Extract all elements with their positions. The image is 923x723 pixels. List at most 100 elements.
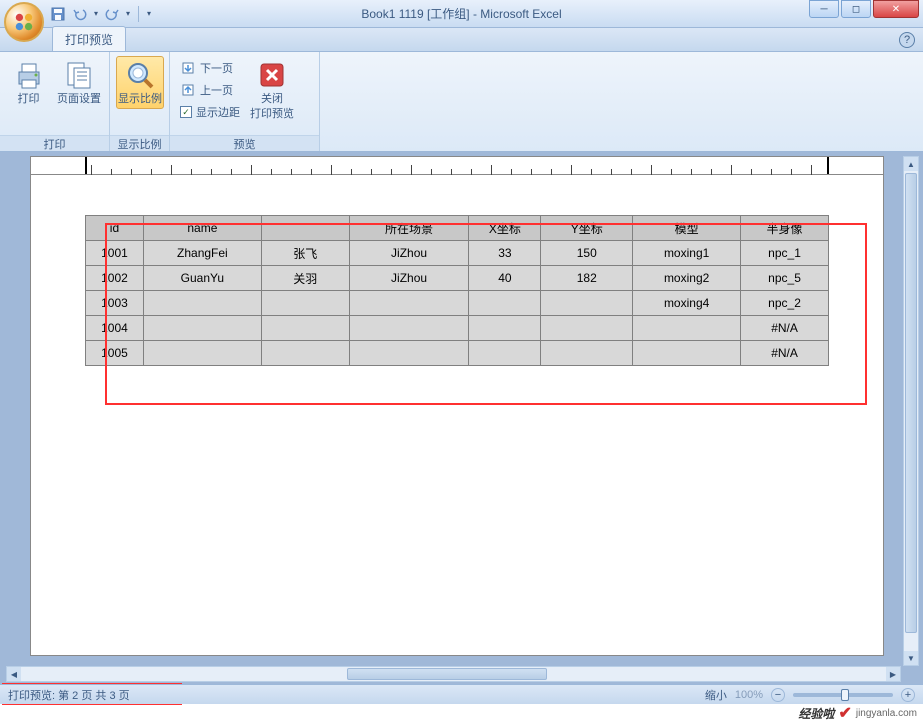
show-margins-checkbox[interactable]: ✓ 显示边距: [176, 102, 244, 122]
th-id: id: [86, 216, 144, 241]
scroll-v-thumb[interactable]: [905, 173, 917, 633]
table-cell: [261, 316, 349, 341]
qat-redo-dropdown[interactable]: ▾: [126, 9, 130, 18]
ribbon-group-zoom: 显示比例 显示比例: [110, 52, 170, 151]
undo-icon: [73, 7, 87, 21]
scroll-down-arrow[interactable]: ▼: [904, 651, 918, 665]
table-cell: 1005: [86, 341, 144, 366]
table-cell: 关羽: [261, 266, 349, 291]
table-cell: [469, 291, 541, 316]
close-preview-label-2: 打印预览: [250, 108, 294, 121]
qat-undo-button[interactable]: [72, 6, 88, 22]
table-header-row: id name 所在场景 X坐标 Y坐标 模型 半身像: [86, 216, 829, 241]
watermark-check-icon: ✔: [838, 703, 851, 723]
table-cell: [349, 316, 469, 341]
minimize-button[interactable]: ─: [809, 0, 839, 18]
ruler-tick: [331, 165, 332, 175]
ruler-tick: [731, 165, 732, 175]
table-cell: [541, 316, 633, 341]
table-row: 1001ZhangFei张飞JiZhou33150moxing1npc_1: [86, 241, 829, 266]
scroll-h-thumb[interactable]: [347, 668, 547, 680]
help-button[interactable]: ?: [899, 32, 915, 48]
data-table: id name 所在场景 X坐标 Y坐标 模型 半身像 1001ZhangFei…: [85, 215, 829, 366]
margin-left-handle[interactable]: [85, 157, 87, 174]
table-cell: [143, 316, 261, 341]
table-cell: 1003: [86, 291, 144, 316]
th-scene: 所在场景: [349, 216, 469, 241]
prev-page-label: 上一页: [200, 82, 233, 98]
zoom-in-button[interactable]: +: [901, 688, 915, 702]
ruler-tick: [571, 165, 572, 175]
th-avatar: 半身像: [741, 216, 829, 241]
close-preview-label-1: 关闭: [261, 93, 283, 106]
ruler-tick: [811, 165, 812, 175]
qat-separator: [138, 6, 139, 22]
window-controls: ─ ◻ ✕: [807, 0, 919, 18]
zoom-button[interactable]: 显示比例: [116, 56, 164, 109]
next-page-button[interactable]: 下一页: [176, 58, 244, 78]
group-preview-label: 预览: [170, 135, 319, 151]
qat-redo-button[interactable]: [104, 6, 120, 22]
ruler-tick: [251, 165, 252, 175]
office-button[interactable]: [4, 2, 44, 42]
th-model: 模型: [633, 216, 741, 241]
workspace: id name 所在场景 X坐标 Y坐标 模型 半身像 1001ZhangFei…: [0, 152, 923, 684]
titlebar: ▾ ▾ ▾ Book1 1119 [工作组] - Microsoft Excel…: [0, 0, 923, 28]
table-cell: [143, 291, 261, 316]
table-row: 1003moxing4npc_2: [86, 291, 829, 316]
scrollbar-horizontal[interactable]: ◀ ▶: [6, 666, 901, 682]
scroll-up-arrow[interactable]: ▲: [904, 157, 918, 171]
table-cell: moxing2: [633, 266, 741, 291]
zoom-label: 显示比例: [118, 93, 162, 106]
close-x-icon: [256, 59, 288, 91]
zoom-slider-knob[interactable]: [841, 689, 849, 701]
table-cell: #N/A: [741, 341, 829, 366]
arrow-up-icon: [180, 82, 196, 98]
prev-page-button[interactable]: 上一页: [176, 80, 244, 100]
th-y: Y坐标: [541, 216, 633, 241]
zoom-out-button[interactable]: −: [771, 688, 785, 702]
page-setup-button[interactable]: 页面设置: [55, 56, 103, 109]
scroll-left-arrow[interactable]: ◀: [7, 667, 21, 681]
ruler-tick: [491, 165, 492, 175]
print-button[interactable]: 打印: [6, 56, 51, 109]
table-cell: [633, 316, 741, 341]
scrollbar-vertical[interactable]: ▲ ▼: [903, 156, 919, 666]
arrow-down-icon: [180, 60, 196, 76]
maximize-button[interactable]: ◻: [841, 0, 871, 18]
group-print-label: 打印: [0, 135, 109, 151]
qat-save-button[interactable]: [50, 6, 66, 22]
margin-right-handle[interactable]: [827, 157, 829, 174]
table-cell: [143, 341, 261, 366]
table-cell: ZhangFei: [143, 241, 261, 266]
table-cell: 张飞: [261, 241, 349, 266]
table-cell: #N/A: [741, 316, 829, 341]
table-cell: JiZhou: [349, 241, 469, 266]
table-cell: [349, 341, 469, 366]
zoom-percent: 100%: [735, 689, 763, 701]
close-preview-button[interactable]: 关闭 打印预览: [248, 56, 296, 124]
table-row: 1002GuanYu关羽JiZhou40182moxing2npc_5: [86, 266, 829, 291]
table-cell: npc_2: [741, 291, 829, 316]
table-cell: 1001: [86, 241, 144, 266]
table-row: 1005 #N/A: [86, 341, 829, 366]
save-icon: [51, 7, 65, 21]
next-page-label: 下一页: [200, 60, 233, 76]
qat-customize-dropdown[interactable]: ▾: [147, 9, 151, 18]
zoom-slider[interactable]: [793, 693, 893, 697]
scroll-right-arrow[interactable]: ▶: [886, 667, 900, 681]
page-preview[interactable]: id name 所在场景 X坐标 Y坐标 模型 半身像 1001ZhangFei…: [30, 156, 884, 656]
ribbon-tabs: 打印预览 ?: [0, 28, 923, 52]
table-cell: 1002: [86, 266, 144, 291]
qat-undo-dropdown[interactable]: ▾: [94, 9, 98, 18]
statusbar: 打印预览: 第 2 页 共 3 页 缩小 100% − +: [0, 684, 923, 704]
table-cell: [633, 341, 741, 366]
tab-print-preview[interactable]: 打印预览: [52, 26, 126, 51]
table-cell: [541, 341, 633, 366]
table-cell: 182: [541, 266, 633, 291]
close-button[interactable]: ✕: [873, 0, 919, 18]
table-cell: npc_1: [741, 241, 829, 266]
printer-icon: [13, 59, 45, 91]
table-cell: npc_5: [741, 266, 829, 291]
table-cell: JiZhou: [349, 266, 469, 291]
